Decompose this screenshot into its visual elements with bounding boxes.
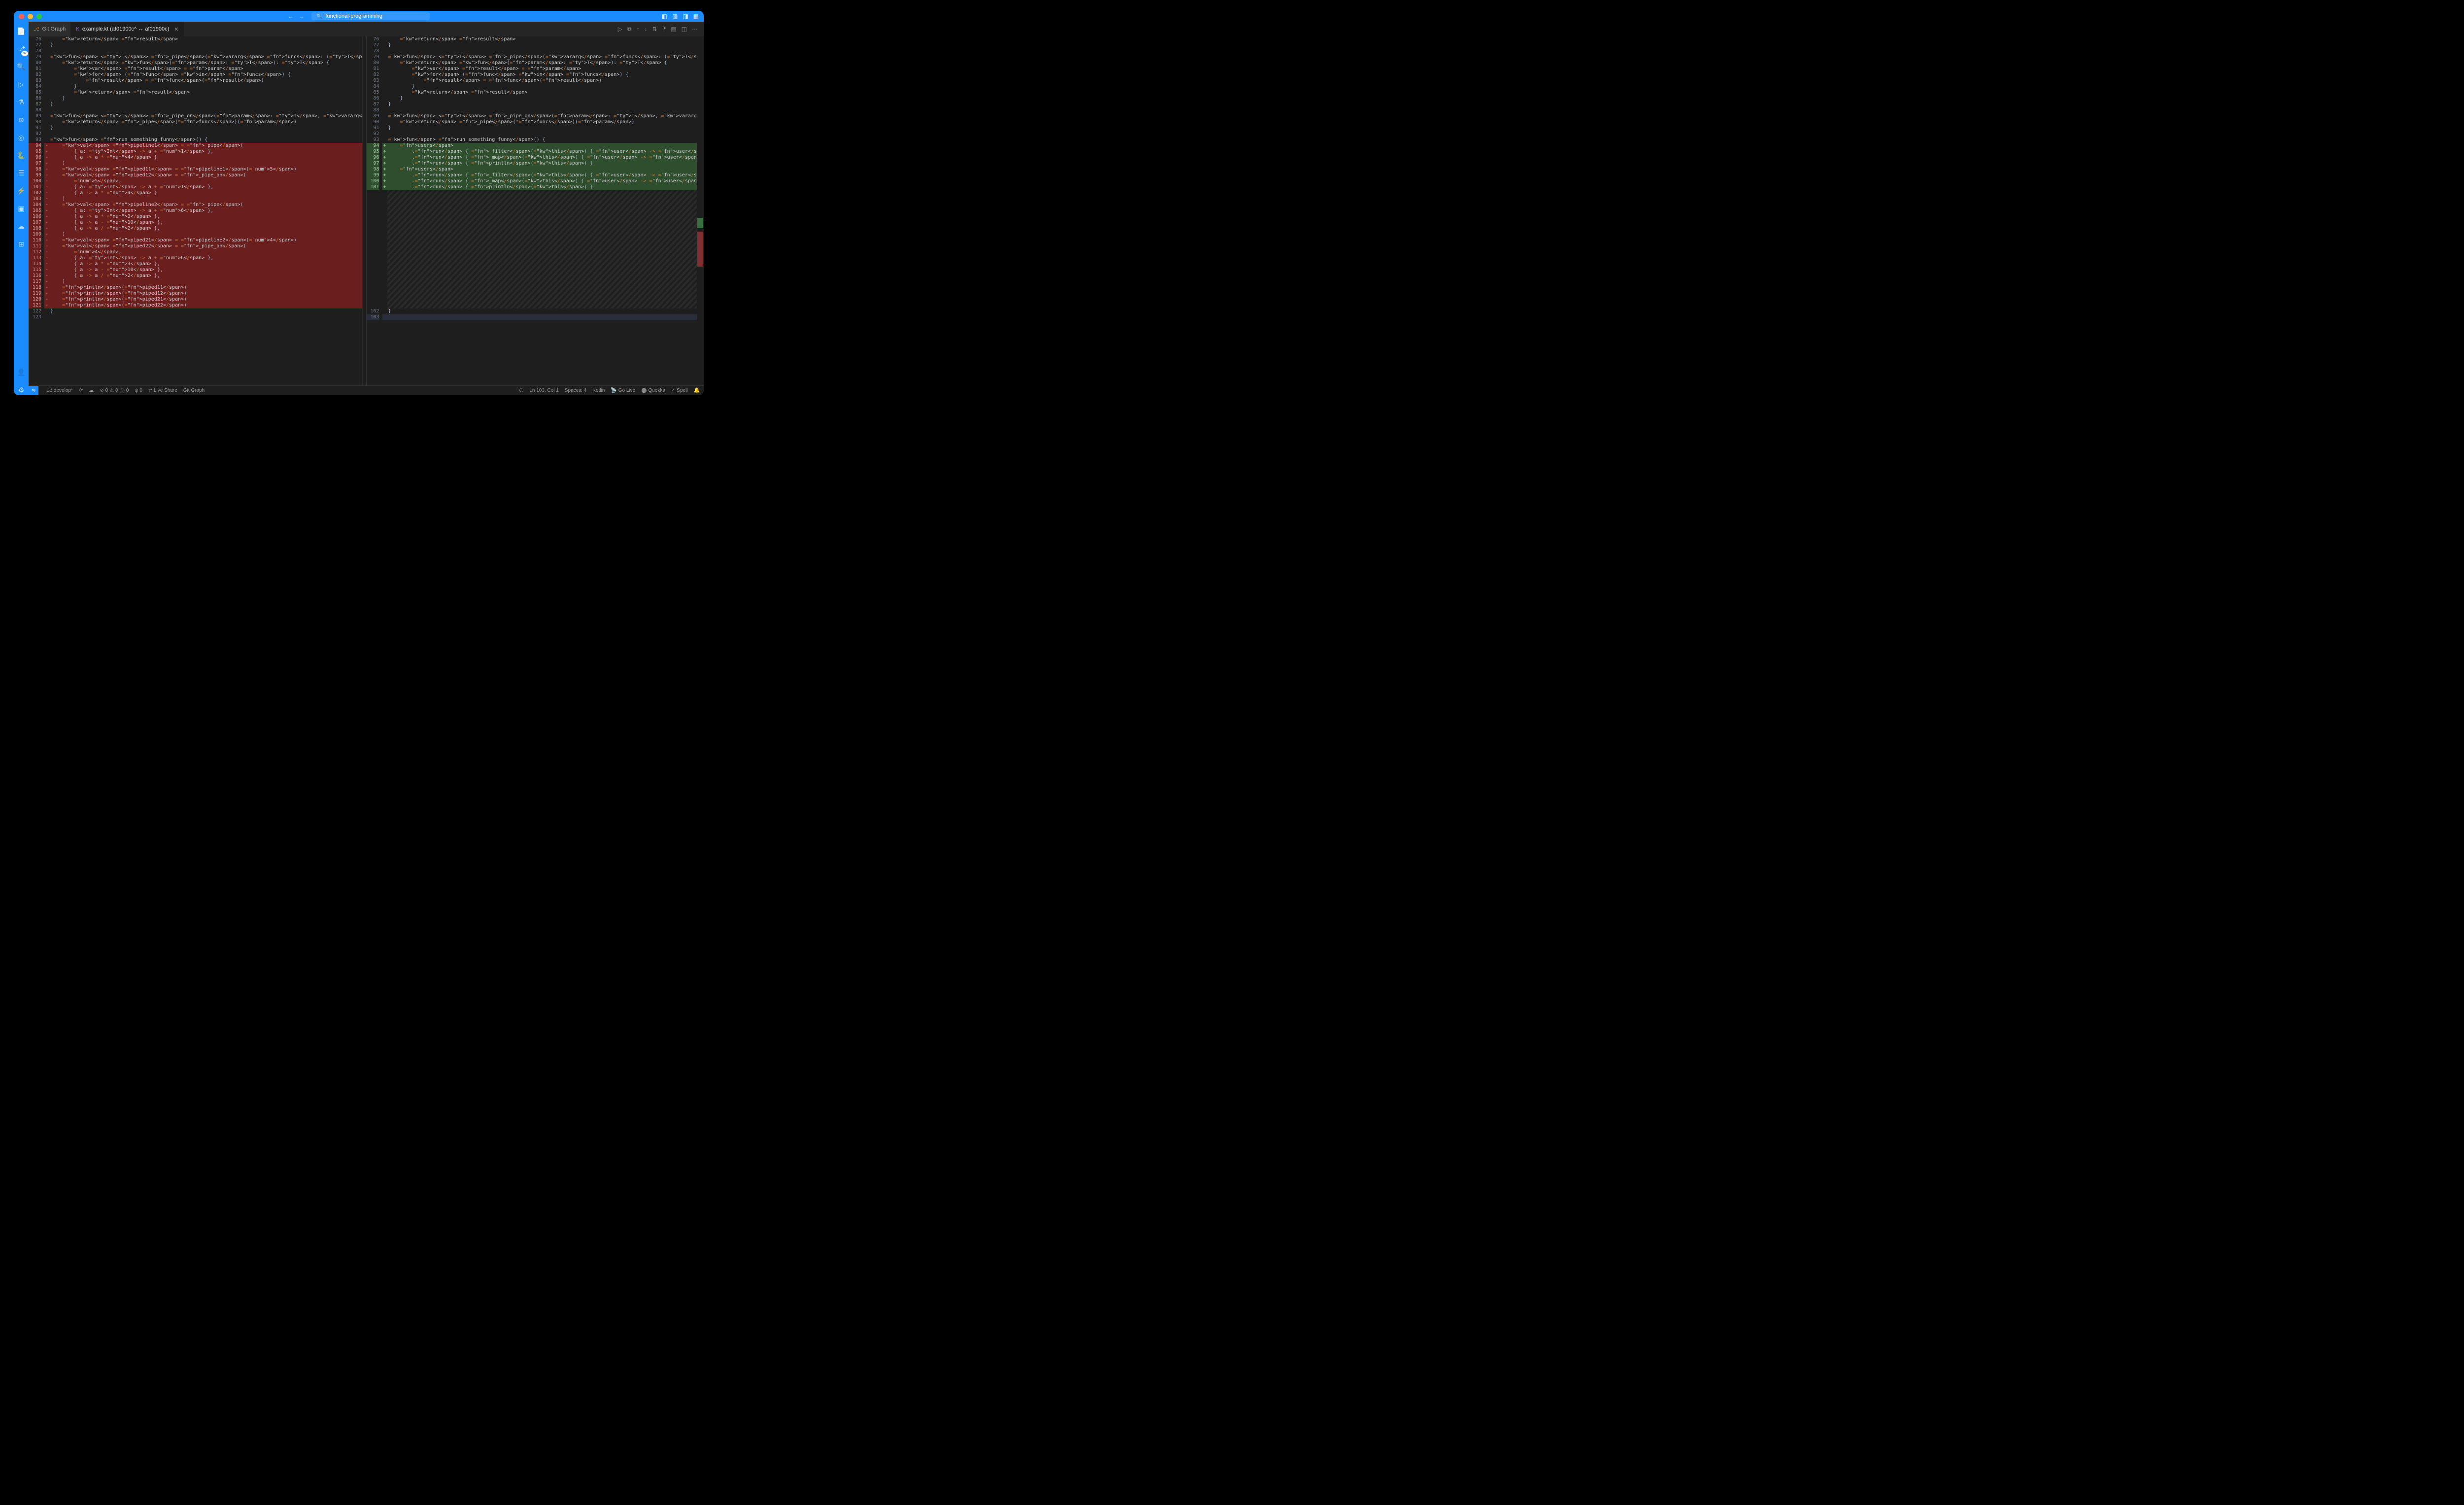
python-icon[interactable]: 🐍 xyxy=(16,150,27,161)
spell-button[interactable]: ✓Spell xyxy=(671,388,688,393)
body: 📄 ⎇87 🔍 ▷ ⚗ ⊕ ◎ 🐍 ☰ ⚡ ▣ ☁ ⊞ 👤 ⚙ ⎇ Git Gr… xyxy=(14,22,704,395)
titlebar-right: ◧ ▥ ◨ ▦ xyxy=(662,13,699,20)
remote-icon: ⇋ xyxy=(32,388,35,393)
traffic-lights xyxy=(19,14,42,19)
sync-button[interactable]: ⟳ xyxy=(79,388,83,393)
minimize-window-button[interactable] xyxy=(28,14,33,19)
tab-git-graph[interactable]: ⎇ Git Graph xyxy=(29,22,71,36)
git-graph-icon: ⎇ xyxy=(34,27,39,32)
cloud-icon[interactable]: ☁ xyxy=(16,221,27,232)
left-code[interactable]: ="kw">return</span> ="fn">result</span>}… xyxy=(49,36,362,385)
language-mode[interactable]: Kotlin xyxy=(592,388,605,393)
editor-actions: ▷ ⧉ ↑ ↓ ⇅ ⁋ ▤ ◫ ⋯ xyxy=(618,22,704,36)
command-center[interactable]: 🔍 functional-programming xyxy=(311,12,430,20)
lint-indicator[interactable]: ψ0 xyxy=(135,388,142,393)
prettier-indicator[interactable]: ⬡ xyxy=(519,388,524,393)
broadcast-icon: 📡 xyxy=(611,388,616,393)
target-icon[interactable]: ◎ xyxy=(16,132,27,143)
right-code[interactable]: ="kw">return</span> ="fn">result</span>}… xyxy=(387,36,697,385)
error-icon: ⊘ xyxy=(100,388,103,393)
run-icon[interactable]: ▷ xyxy=(618,26,622,33)
remote-icon[interactable]: ⊕ xyxy=(16,114,27,125)
tab-label: example.kt (af01900c^ ↔ af01900c) xyxy=(82,26,169,32)
activity-bar: 📄 ⎇87 🔍 ▷ ⚗ ⊕ ◎ 🐍 ☰ ⚡ ▣ ☁ ⊞ 👤 ⚙ xyxy=(14,22,29,395)
liveshare-button[interactable]: ⮂Live Share xyxy=(148,388,177,393)
main: ⎇ Git Graph K example.kt (af01900c^ ↔ af… xyxy=(29,22,704,395)
extensions-icon[interactable]: ⊞ xyxy=(16,239,27,249)
tab-bar: ⎇ Git Graph K example.kt (af01900c^ ↔ af… xyxy=(29,22,704,36)
titlebar-center: ← → 🔍 functional-programming xyxy=(288,12,430,20)
right-diff-marks: ++++++++ xyxy=(382,36,387,385)
explorer-icon[interactable]: 📄 xyxy=(16,26,27,36)
close-icon[interactable]: ✕ xyxy=(174,26,178,33)
warning-icon: ⚠ xyxy=(109,388,114,393)
branch-icon: ⎇ xyxy=(46,388,52,393)
golive-button[interactable]: 📡Go Live xyxy=(611,388,635,393)
panel-bottom-icon[interactable]: ▥ xyxy=(672,13,678,20)
open-file-icon[interactable]: ⧉ xyxy=(627,26,632,33)
maximize-window-button[interactable] xyxy=(36,14,42,19)
diff-editor[interactable]: 7677787980818283848586878889909192939495… xyxy=(29,36,704,385)
panel-left-icon[interactable]: ◧ xyxy=(662,13,667,20)
next-change-icon[interactable]: ↓ xyxy=(645,26,648,33)
swap-icon[interactable]: ⇅ xyxy=(652,26,657,33)
testing-icon[interactable]: ⚗ xyxy=(16,97,27,107)
close-window-button[interactable] xyxy=(19,14,24,19)
cursor-position[interactable]: Ln 103, Col 1 xyxy=(529,388,559,393)
source-control-icon[interactable]: ⎇87 xyxy=(16,43,27,54)
titlebar: ← → 🔍 functional-programming ◧ ▥ ◨ ▦ xyxy=(14,11,704,22)
nav-forward-button[interactable]: → xyxy=(299,13,305,20)
tab-example-kt-diff[interactable]: K example.kt (af01900c^ ↔ af01900c) ✕ xyxy=(71,22,184,36)
accounts-icon[interactable]: 👤 xyxy=(16,367,27,377)
toggle-inline-icon[interactable]: ▤ xyxy=(671,26,676,33)
left-diff-marks: ---------------------------- xyxy=(44,36,49,385)
left-line-numbers: 7677787980818283848586878889909192939495… xyxy=(29,36,44,385)
settings-gear-icon[interactable]: ⚙ xyxy=(16,384,27,395)
toggle-whitespace-icon[interactable]: ⁋ xyxy=(662,26,666,33)
split-icon[interactable]: ◫ xyxy=(682,26,687,33)
indentation[interactable]: Spaces: 4 xyxy=(565,388,586,393)
app-window: ← → 🔍 functional-programming ◧ ▥ ◨ ▦ 📄 ⎇… xyxy=(14,11,704,395)
notifications-icon[interactable]: 🔔 xyxy=(694,388,700,393)
diff-left-pane[interactable]: 7677787980818283848586878889909192939495… xyxy=(29,36,366,385)
kotlin-icon: K xyxy=(76,27,79,32)
spell-icon: ✓ xyxy=(671,388,675,393)
search-icon: 🔍 xyxy=(316,14,322,19)
diff-overview-ruler[interactable] xyxy=(697,36,704,385)
nav-back-button[interactable]: ← xyxy=(288,13,294,20)
branch-indicator[interactable]: ⎇develop* xyxy=(46,388,72,393)
prev-change-icon[interactable]: ↑ xyxy=(637,26,640,33)
flame-icon: ψ xyxy=(135,388,138,393)
gitgraph-button[interactable]: Git Graph xyxy=(183,388,205,393)
quokka-button[interactable]: ⬤Quokka xyxy=(641,388,665,393)
right-line-numbers: 7677787980818283848586878889909192939495… xyxy=(367,36,382,385)
run-debug-icon[interactable]: ▷ xyxy=(16,79,27,90)
remote-indicator[interactable]: ⇋ xyxy=(29,386,38,395)
cloud-button[interactable]: ☁ xyxy=(89,388,94,393)
left-minimap[interactable] xyxy=(362,36,366,385)
panel-right-icon[interactable]: ◨ xyxy=(683,13,688,20)
command-center-title: functional-programming xyxy=(325,13,382,19)
liveshare-icon: ⮂ xyxy=(148,388,152,393)
quokka-icon: ⬤ xyxy=(641,388,647,393)
more-icon[interactable]: ⋯ xyxy=(692,26,698,33)
info-icon: ⓘ xyxy=(120,387,125,394)
layout-icon[interactable]: ▦ xyxy=(693,13,699,20)
scm-badge: 87 xyxy=(21,51,28,56)
search-icon[interactable]: 🔍 xyxy=(16,61,27,72)
tab-label: Git Graph xyxy=(42,26,66,32)
problems-indicator[interactable]: ⊘0 ⚠0 ⓘ0 xyxy=(100,387,129,394)
diff-right-pane[interactable]: 7677787980818283848586878889909192939495… xyxy=(366,36,704,385)
bolt-icon[interactable]: ⚡ xyxy=(16,185,27,196)
nav-arrows: ← → xyxy=(288,13,305,20)
status-bar: ⇋ ⎇develop* ⟳ ☁ ⊘0 ⚠0 ⓘ0 ψ0 ⮂Live Share … xyxy=(29,385,704,395)
db-icon[interactable]: ☰ xyxy=(16,168,27,178)
docker-icon[interactable]: ▣ xyxy=(16,203,27,214)
